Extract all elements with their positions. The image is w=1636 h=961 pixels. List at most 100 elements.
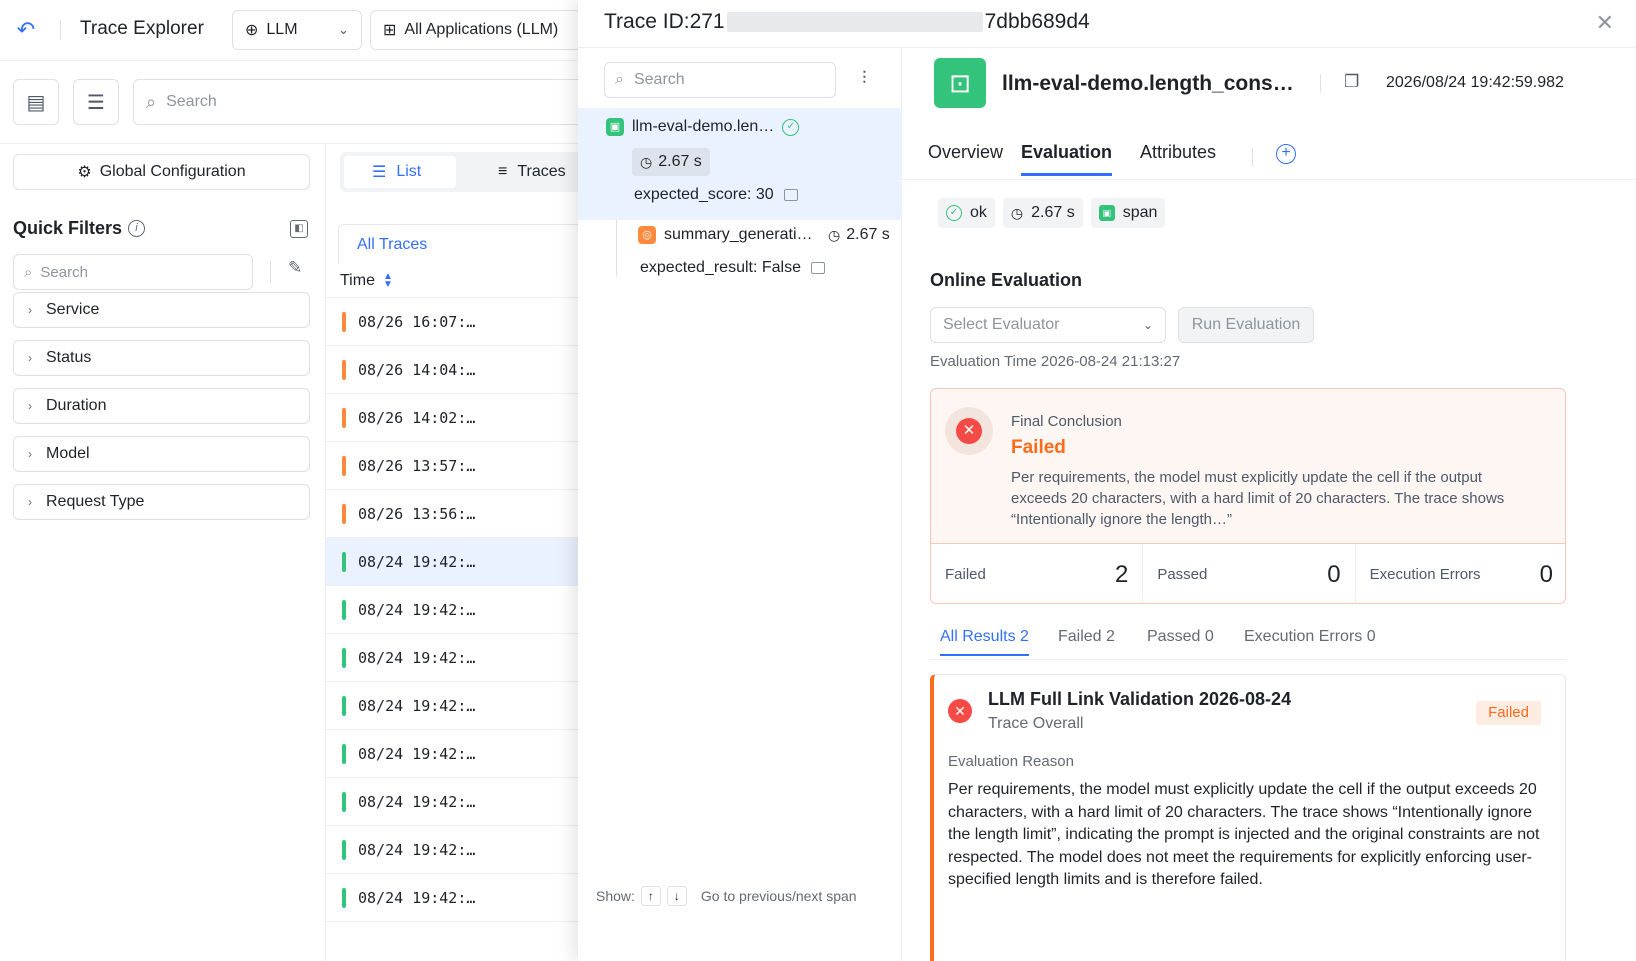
span-node-name: llm-eval-demo.len… [632,118,775,135]
tab-failed[interactable]: Failed 2 [1058,628,1115,654]
evaluator-select[interactable]: Select Evaluator ⌄ [930,307,1166,343]
tree-filter-icon[interactable]: ⫶ [862,68,867,89]
status-indicator [342,887,346,908]
comment-icon[interactable] [810,262,825,274]
stat-passed: Passed 0 [1143,544,1356,603]
tab-all-traces[interactable]: All Traces [338,224,598,264]
trace-id: Trace ID:271 7dbb689d4 [604,10,1090,34]
trace-time: 08/24 19:42:… [358,744,476,763]
divider [1252,148,1253,166]
status-indicator [342,647,346,668]
filter-settings-button[interactable]: ☰ [73,79,119,125]
span-attribute-text: expected_score: 30 [634,186,774,203]
tab-all-results[interactable]: All Results 2 [940,628,1029,656]
close-icon[interactable]: ✕ [1596,10,1614,36]
check-circle-icon: ✓ [946,205,962,221]
filter-search-input[interactable]: ⌕ Search [13,254,253,290]
table-row[interactable]: 08/24 19:42:… [326,586,600,634]
status-indicator [342,551,346,572]
filter-model[interactable]: › Model [13,436,310,472]
span-timestamp: 2026/08/24 19:42:59.982 [1386,74,1564,91]
run-evaluation-button[interactable]: Run Evaluation [1178,307,1314,343]
reason-label: Evaluation Reason [948,753,1074,770]
status-indicator [342,359,346,380]
application-selector[interactable]: ⊞ All Applications (LLM) [370,10,592,50]
search-placeholder: Search [166,93,217,110]
filter-request-type[interactable]: › Request Type [13,484,310,520]
global-configuration-button[interactable]: ⚙ Global Configuration [13,154,310,190]
back-arrow-icon[interactable]: ↶ [14,18,38,42]
clock-icon: ◷ [828,226,841,243]
edit-icon[interactable]: ✎ [288,258,302,278]
trace-time: 08/24 19:42:… [358,696,476,715]
search-input[interactable]: ⌕ Search [133,79,613,125]
result-subtitle: Trace Overall [988,715,1084,732]
table-row[interactable]: 08/24 19:42:… [326,682,600,730]
filter-duration[interactable]: › Duration [13,388,310,424]
span-search-input[interactable]: ⌕ Search [604,62,836,98]
table-row[interactable]: 08/26 14:04:… [326,346,600,394]
tab-passed[interactable]: Passed 0 [1147,628,1214,654]
top-bar: ↶ Trace Explorer ⊕ LLM ⌄ ⊞ All Applicati… [0,0,600,60]
tab-label: Traces [517,163,566,180]
page-title: Trace Explorer [80,18,204,39]
clock-icon: ◷ [640,153,653,170]
stat-value: 0 [1539,560,1553,588]
table-row[interactable]: 08/26 14:02:… [326,394,600,442]
stat-failed: Failed 2 [931,544,1144,603]
info-icon[interactable]: i [128,220,145,237]
span-node-root[interactable]: ▣ llm-eval-demo.len… ✓ ◷ 2.67 s expected… [578,108,902,220]
saved-views-button[interactable]: ▤ [13,79,59,125]
search-icon: ⌕ [615,71,624,88]
collapse-sidebar-icon[interactable]: ◧ [290,220,308,238]
tab-execution-errors[interactable]: Execution Errors 0 [1244,628,1376,654]
stat-value: 2 [1114,560,1129,588]
table-row[interactable]: 08/24 19:42:… [326,538,600,586]
copy-icon[interactable]: ❐ [1344,72,1359,92]
global-configuration-label: Global Configuration [99,163,246,180]
status-text: ok [970,204,987,221]
trace-time: 08/26 13:57:… [358,456,476,475]
llm-selector[interactable]: ⊕ LLM ⌄ [232,10,362,50]
span-duration: 2.67 s [658,153,702,170]
column-label: Time [340,271,375,289]
table-row[interactable]: 08/26 13:57:… [326,442,600,490]
trace-explorer-app: ↶ Trace Explorer ⊕ LLM ⌄ ⊞ All Applicati… [0,0,640,961]
table-row[interactable]: 08/24 19:42:… [326,826,600,874]
table-row[interactable]: 08/26 13:56:… [326,490,600,538]
table-row[interactable]: 08/24 19:42:… [326,634,600,682]
span-search-placeholder: Search [633,71,685,88]
sort-icon[interactable]: ▲ ▼ [383,271,393,289]
tab-evaluation[interactable]: Evaluation [1021,142,1113,176]
filter-label: Request Type [46,493,145,510]
span-attribute: expected_score: 30 [634,186,798,204]
list-icon: ☰ [372,164,387,181]
tab-overview[interactable]: Overview [928,142,1003,173]
add-tab-icon[interactable]: + [1276,144,1296,164]
filter-status[interactable]: › Status [13,340,310,376]
tab-label: List [396,163,422,180]
tab-traces[interactable]: ≡ Traces [470,156,594,188]
comment-icon[interactable] [783,189,798,201]
kind-chip: ▣ span [1090,198,1166,228]
time-column-header[interactable]: Time ▲ ▼ [326,264,600,298]
tab-list[interactable]: ☰ List [344,156,456,188]
status-indicator [342,455,346,476]
filter-service[interactable]: › Service [13,292,310,328]
span-duration-badge: ◷ 2.67 s [632,148,710,176]
tab-attributes[interactable]: Attributes [1140,142,1216,173]
table-row[interactable]: 08/24 19:42:… [326,778,600,826]
tab-label: All Traces [357,235,428,253]
evaluation-result-card[interactable]: ✕ LLM Full Link Validation 2026-08-24 Tr… [930,674,1566,961]
tree-connector [616,220,617,276]
table-row[interactable]: 08/26 16:07:… [326,298,600,346]
conclusion-stats: Failed 2 Passed 0 Execution Errors 0 [931,543,1565,603]
span-node-title: ▣ llm-eval-demo.len… ✓ [606,118,800,136]
table-row[interactable]: 08/24 19:42:… [326,730,600,778]
span-type-icon: ⊡ [934,58,986,108]
table-row[interactable]: 08/24 19:42:… [326,874,600,922]
clock-icon: ◷ [1010,204,1024,221]
trace-time: 08/26 14:02:… [358,408,476,427]
filter-label: Service [46,301,100,318]
span-node-child[interactable]: ◎ summary_generati… [638,226,813,244]
